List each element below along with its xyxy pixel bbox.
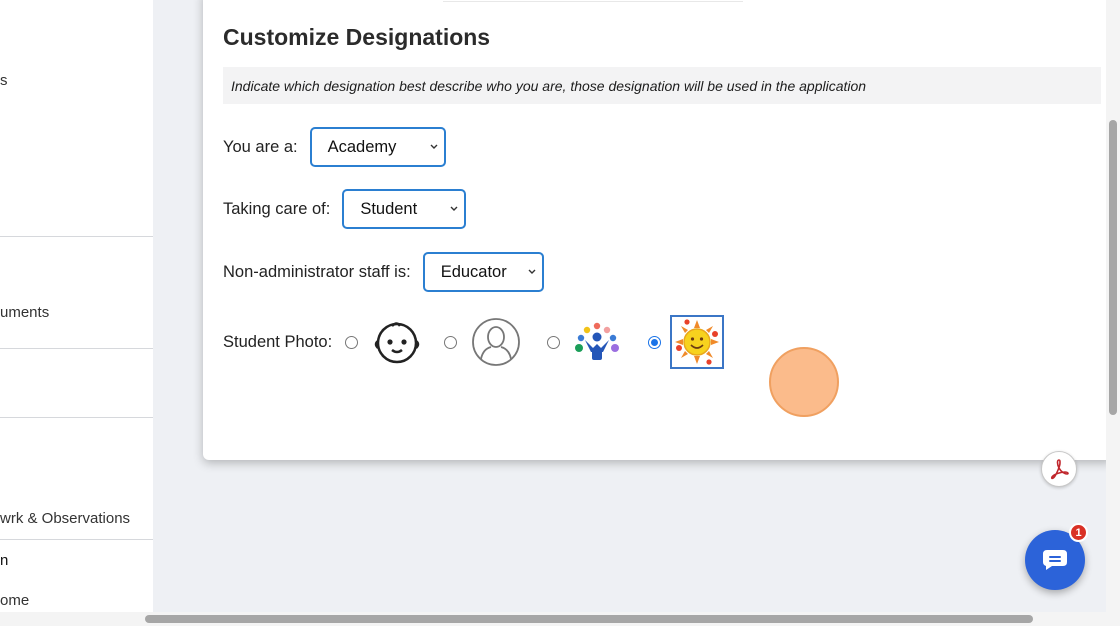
- sidebar-item-label[interactable]: n: [0, 552, 8, 569]
- chat-bubble-icon: [1043, 550, 1067, 570]
- sidebar-divider: [0, 417, 153, 418]
- card-top-edge: [443, 0, 743, 2]
- staff-select[interactable]: Educator: [422, 252, 544, 292]
- sidebar-item-label[interactable]: wrk & Observations: [0, 510, 130, 527]
- student-photo-label: Student Photo:: [223, 332, 333, 351]
- person-silhouette-icon[interactable]: [469, 315, 523, 369]
- sun-handprint-icon[interactable]: [670, 315, 725, 369]
- you-are-label: You are a:: [223, 137, 298, 156]
- chat-notification-badge: 1: [1069, 523, 1088, 542]
- sidebar-item-label[interactable]: ome: [0, 592, 29, 609]
- student-photo-row: Student Photo:: [223, 314, 725, 370]
- group-people-icon[interactable]: [570, 315, 624, 369]
- chevron-down-icon: [430, 144, 438, 149]
- sidebar: s uments wrk & Observations n ome: [0, 0, 153, 612]
- staff-row: Non-administrator staff is: Educator: [223, 252, 544, 292]
- photo-option-group-radio[interactable]: [547, 335, 561, 349]
- horizontal-scrollbar-thumb[interactable]: [145, 615, 1033, 623]
- sidebar-divider: [0, 539, 153, 540]
- taking-care-select[interactable]: Student: [342, 189, 467, 229]
- you-are-select[interactable]: Academy: [309, 127, 446, 167]
- chevron-down-icon: [528, 269, 536, 274]
- sidebar-divider: [0, 348, 153, 349]
- pdf-button[interactable]: [1041, 451, 1077, 487]
- acrobat-pdf-icon: [1050, 459, 1069, 480]
- taking-care-row: Taking care of: Student: [223, 189, 467, 229]
- photo-option-person-radio[interactable]: [444, 335, 458, 349]
- photo-option-baby-radio[interactable]: [345, 335, 359, 349]
- sidebar-divider: [0, 236, 153, 237]
- vertical-scrollbar-thumb[interactable]: [1109, 120, 1117, 415]
- designations-card: Customize Designations Indicate which de…: [203, 0, 1113, 460]
- you-are-row: You are a: Academy: [223, 127, 446, 167]
- taking-care-value: Student: [360, 199, 418, 218]
- baby-face-icon[interactable]: [370, 315, 424, 369]
- sidebar-item-label[interactable]: uments: [0, 304, 49, 321]
- chevron-down-icon: [450, 206, 458, 211]
- click-indicator: [769, 347, 839, 417]
- you-are-value: Academy: [327, 137, 397, 156]
- staff-label: Non-administrator staff is:: [223, 262, 411, 281]
- photo-option-sun-radio[interactable]: [648, 335, 662, 349]
- sidebar-item-label[interactable]: s: [0, 72, 8, 89]
- taking-care-label: Taking care of:: [223, 199, 331, 218]
- hint-banner: Indicate which designation best describe…: [223, 67, 1101, 104]
- page-title: Customize Designations: [223, 24, 491, 50]
- staff-value: Educator: [440, 262, 507, 281]
